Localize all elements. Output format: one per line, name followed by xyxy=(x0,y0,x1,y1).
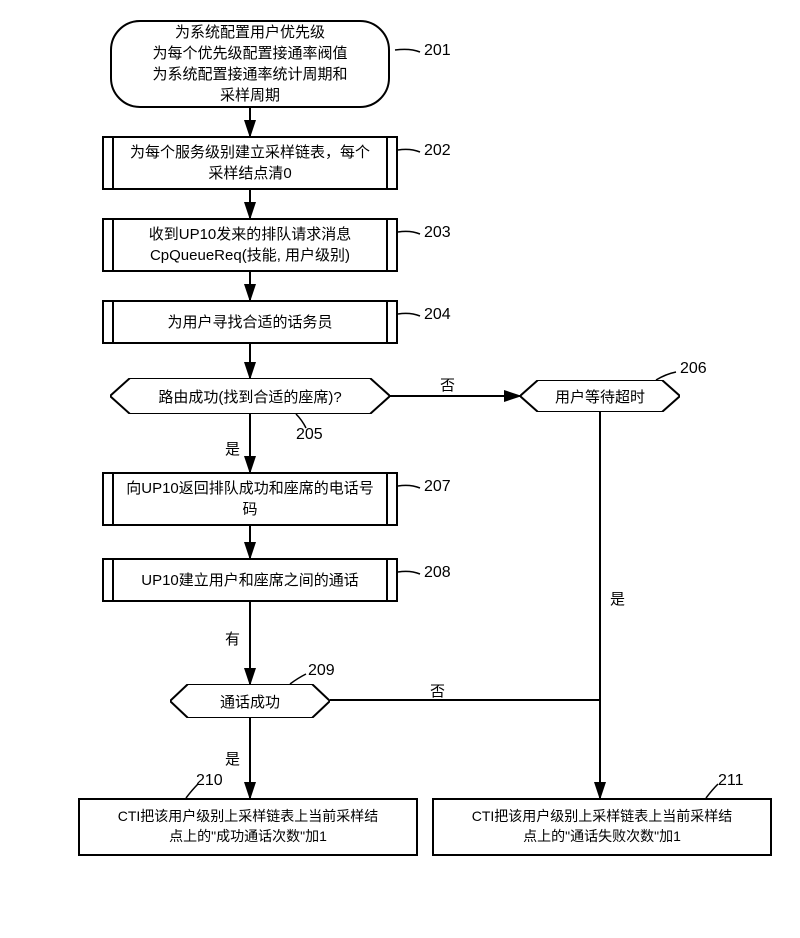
node-call-success: 通话成功 xyxy=(170,684,330,718)
label-208: 208 xyxy=(424,564,451,582)
label-205: 205 xyxy=(296,426,323,444)
edge-yes-205: 是 xyxy=(225,438,240,459)
node-203-text: 收到UP10发来的排队请求消息 CpQueueReq(技能, 用户级别) xyxy=(149,224,352,266)
label-210: 210 xyxy=(196,772,223,790)
node-establish-call: UP10建立用户和座席之间的通话 xyxy=(102,558,398,602)
node-206-text: 用户等待超时 xyxy=(555,386,645,407)
edge-no-205: 否 xyxy=(440,374,455,395)
edge-yes-209: 是 xyxy=(225,748,240,769)
node-configure-system: 为系统配置用户优先级 为每个优先级配置接通率阀值 为系统配置接通率统计周期和 采… xyxy=(110,20,390,108)
edge-yes-206: 是 xyxy=(610,588,625,609)
node-204-text: 为用户寻找合适的话务员 xyxy=(167,312,332,333)
node-209-text: 通话成功 xyxy=(220,691,280,712)
node-211-text: CTI把该用户级别上采样链表上当前采样结 点上的"通话失败次数"加1 xyxy=(472,807,733,846)
node-routing-success: 路由成功(找到合适的座席)? xyxy=(110,378,390,414)
node-find-operator: 为用户寻找合适的话务员 xyxy=(102,300,398,344)
node-201-text: 为系统配置用户优先级 为每个优先级配置接通率阀值 为系统配置接通率统计周期和 采… xyxy=(152,22,347,106)
edge-has-208: 有 xyxy=(225,628,240,649)
label-206: 206 xyxy=(680,360,707,378)
node-user-timeout: 用户等待超时 xyxy=(520,380,680,412)
node-205-text: 路由成功(找到合适的座席)? xyxy=(158,386,341,407)
node-success-count-increment: CTI把该用户级别上采样链表上当前采样结 点上的"成功通话次数"加1 xyxy=(78,798,418,856)
node-208-text: UP10建立用户和座席之间的通话 xyxy=(141,570,359,591)
label-211: 211 xyxy=(718,772,744,790)
node-207-text: 向UP10返回排队成功和座席的电话号 码 xyxy=(126,478,374,520)
node-fail-count-increment: CTI把该用户级别上采样链表上当前采样结 点上的"通话失败次数"加1 xyxy=(432,798,772,856)
node-return-agent-number: 向UP10返回排队成功和座席的电话号 码 xyxy=(102,472,398,526)
label-202: 202 xyxy=(424,142,451,160)
label-201: 201 xyxy=(424,42,451,60)
node-queue-request: 收到UP10发来的排队请求消息 CpQueueReq(技能, 用户级别) xyxy=(102,218,398,272)
label-204: 204 xyxy=(424,306,451,324)
node-210-text: CTI把该用户级别上采样链表上当前采样结 点上的"成功通话次数"加1 xyxy=(118,807,379,846)
label-203: 203 xyxy=(424,224,451,242)
node-init-sampling-list: 为每个服务级别建立采样链表，每个 采样结点清0 xyxy=(102,136,398,190)
node-202-text: 为每个服务级别建立采样链表，每个 采样结点清0 xyxy=(130,142,370,184)
label-207: 207 xyxy=(424,478,451,496)
edge-no-209: 否 xyxy=(430,680,445,701)
label-209: 209 xyxy=(308,662,335,680)
